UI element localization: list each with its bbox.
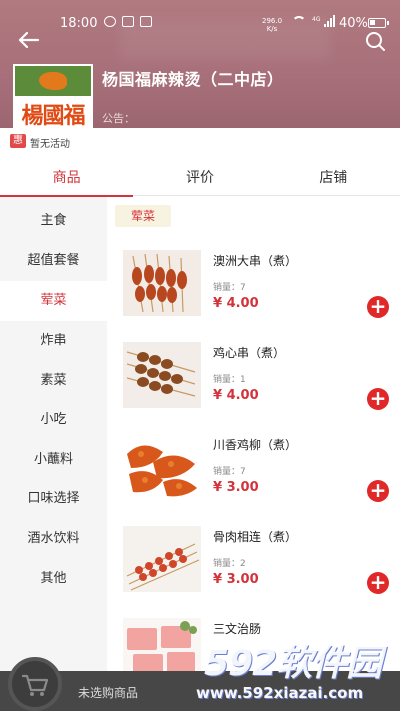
- product-price: ¥ 3.00: [213, 480, 259, 495]
- product-item[interactable]: 骨肉相连（煮） 销量：2 ¥ 3.00 +: [107, 526, 400, 618]
- category-item[interactable]: 口味选择: [0, 479, 107, 519]
- product-price: ¥ 4.00: [213, 388, 259, 403]
- cart-button[interactable]: [8, 657, 62, 711]
- product-price: ¥ 3.00: [213, 572, 259, 587]
- battery-icon: [368, 18, 389, 28]
- search-icon[interactable]: [364, 30, 386, 52]
- category-item-active[interactable]: 荤菜: [0, 281, 107, 321]
- chicken-strips-image: [123, 434, 201, 500]
- product-sales: 销量：7: [213, 283, 246, 293]
- tab-goods[interactable]: 商品: [0, 163, 134, 197]
- add-to-cart-button[interactable]: +: [367, 572, 389, 594]
- product-sales: 销量：7: [213, 467, 246, 477]
- tab-reviews[interactable]: 评价: [133, 163, 266, 195]
- category-item[interactable]: 素菜: [0, 361, 107, 401]
- shop-notice: 公告：: [102, 112, 135, 125]
- product-name: 川香鸡柳（煮）: [213, 438, 298, 452]
- product-price: ¥ 4.00: [213, 296, 259, 311]
- image-icon: [140, 16, 152, 27]
- cart-icon: [21, 674, 49, 696]
- notification-icon: [104, 16, 116, 27]
- wifi-icon: [292, 16, 306, 26]
- product-item[interactable]: 鸡心串（煮） 销量：1 ¥ 4.00 +: [107, 342, 400, 434]
- shop-name: 杨国福麻辣烫（二中店）: [102, 70, 284, 89]
- product-name: 骨肉相连（煮）: [213, 530, 298, 544]
- promo-badge: 惠: [10, 134, 26, 148]
- message-icon: [122, 16, 134, 27]
- add-to-cart-button[interactable]: +: [367, 388, 389, 410]
- status-bar: 18:00 296.0 K/s 4G 40%: [0, 0, 400, 46]
- category-sidebar: 主食 超值套餐 荤菜 炸串 素菜 小吃 小蘸料 口味选择 酒水饮料 其他: [0, 197, 107, 711]
- product-list: 荤菜 澳洲大串（煮） 销量：7 ¥ 4.00 + 鸡心串（煮） 销量：1 ¥ 4…: [107, 197, 400, 711]
- category-item[interactable]: 主食: [0, 201, 107, 241]
- category-item[interactable]: 超值套餐: [0, 241, 107, 281]
- section-title: 荤菜: [115, 205, 171, 227]
- category-item[interactable]: 炸串: [0, 321, 107, 361]
- tab-bar: 商品 评价 店铺: [0, 163, 400, 197]
- skewer-image: [123, 342, 201, 408]
- category-item[interactable]: 其他: [0, 559, 107, 599]
- add-to-cart-button[interactable]: +: [367, 480, 389, 502]
- status-time: 18:00: [60, 16, 98, 31]
- category-item[interactable]: 酒水饮料: [0, 519, 107, 559]
- svg-text:4G: 4G: [312, 16, 321, 23]
- cart-empty-text: 未选购商品: [78, 686, 139, 700]
- product-item[interactable]: 澳洲大串（煮） 销量：7 ¥ 4.00 +: [107, 250, 400, 342]
- product-name: 澳洲大串（煮）: [213, 254, 298, 268]
- product-name: 鸡心串（煮）: [213, 346, 286, 360]
- back-arrow-icon[interactable]: [16, 30, 40, 50]
- meat-bone-skewer-image: [123, 526, 201, 592]
- battery-percent: 40%: [339, 16, 368, 31]
- product-item[interactable]: 川香鸡柳（煮） 销量：7 ¥ 3.00 +: [107, 434, 400, 526]
- shop-logo: 楊國福: [13, 64, 93, 128]
- promo-text: 暂无活动: [30, 139, 70, 150]
- skewer-image: [123, 250, 201, 316]
- tab-shop[interactable]: 店铺: [267, 163, 400, 195]
- category-item[interactable]: 小蘸料: [0, 440, 107, 480]
- product-name: 三文治肠: [213, 622, 262, 636]
- add-to-cart-button[interactable]: +: [367, 296, 389, 318]
- signal-icon: 4G: [312, 15, 335, 27]
- product-sales: 销量：2: [213, 559, 246, 569]
- category-item[interactable]: 小吃: [0, 400, 107, 440]
- net-speed: 296.0 K/s: [262, 17, 283, 33]
- product-sales: 销量：1: [213, 375, 246, 385]
